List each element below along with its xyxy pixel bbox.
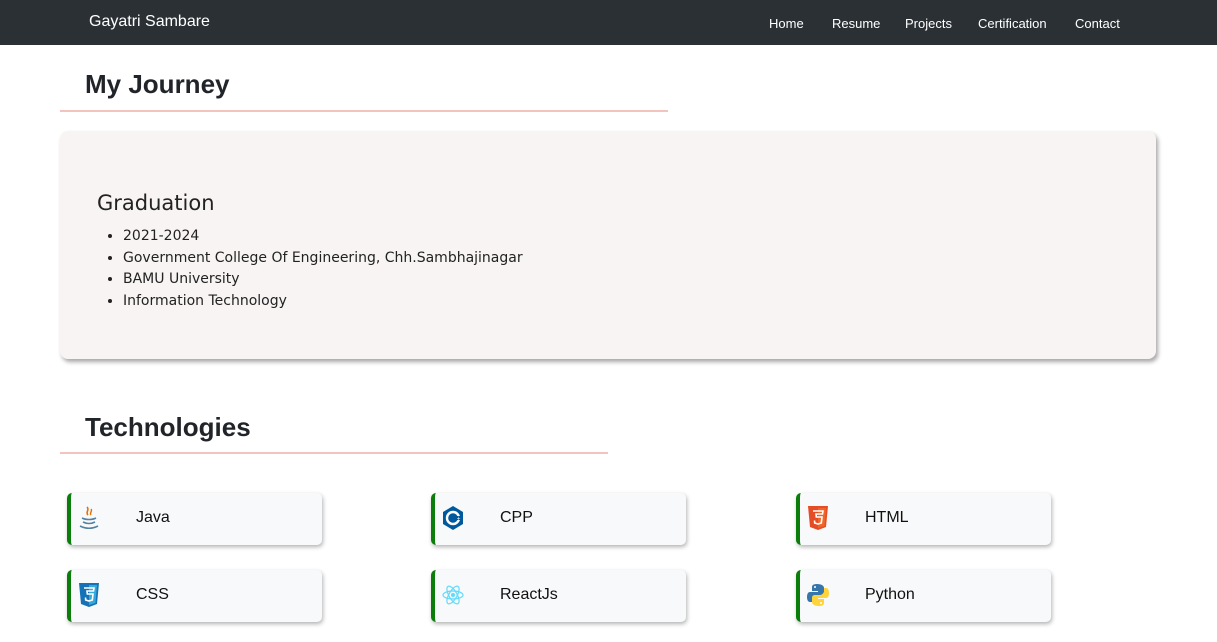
- graduation-details-list: 2021-2024 Government College Of Engineer…: [97, 226, 523, 312]
- nav-links: Home Resume Projects Certification Conta…: [0, 16, 1217, 36]
- css3-icon: [79, 583, 99, 607]
- graduation-years: 2021-2024: [123, 226, 523, 248]
- nav-link-certification[interactable]: Certification: [978, 16, 1047, 31]
- java-icon: [79, 506, 99, 530]
- navbar: Gayatri Sambare Home Resume Projects Cer…: [0, 0, 1217, 45]
- tech-card-reactjs[interactable]: ReactJs: [431, 570, 686, 622]
- tech-card-html[interactable]: HTML: [796, 493, 1051, 545]
- tech-card-java[interactable]: Java: [67, 493, 322, 545]
- nav-link-contact[interactable]: Contact: [1075, 16, 1120, 31]
- cpp-icon: +: [443, 506, 463, 530]
- tech-label: CPP: [500, 509, 533, 526]
- svg-text:+: +: [457, 516, 461, 522]
- tech-label: Python: [865, 586, 915, 603]
- tech-label: CSS: [136, 586, 169, 603]
- tech-label: HTML: [865, 509, 909, 526]
- python-icon: [807, 584, 829, 606]
- graduation-college: Government College Of Engineering, Chh.S…: [123, 248, 523, 270]
- graduation-card: Graduation 2021-2024 Government College …: [60, 131, 1156, 359]
- tech-label: Java: [136, 509, 170, 526]
- react-icon: [442, 585, 464, 605]
- tech-card-cpp[interactable]: + CPP: [431, 493, 686, 545]
- nav-link-projects[interactable]: Projects: [905, 16, 952, 31]
- nav-link-resume[interactable]: Resume: [832, 16, 880, 31]
- nav-link-home[interactable]: Home: [769, 16, 804, 31]
- graduation-heading: Graduation: [97, 191, 215, 215]
- journey-title: My Journey: [85, 69, 230, 99]
- technologies-title-underline: [60, 452, 608, 454]
- html5-icon: [808, 506, 828, 530]
- graduation-branch: Information Technology: [123, 291, 523, 313]
- technologies-title: Technologies: [85, 412, 251, 442]
- tech-label: ReactJs: [500, 586, 558, 603]
- journey-title-underline: [60, 110, 668, 112]
- graduation-university: BAMU University: [123, 269, 523, 291]
- tech-card-css[interactable]: CSS: [67, 570, 322, 622]
- tech-card-python[interactable]: Python: [796, 570, 1051, 622]
